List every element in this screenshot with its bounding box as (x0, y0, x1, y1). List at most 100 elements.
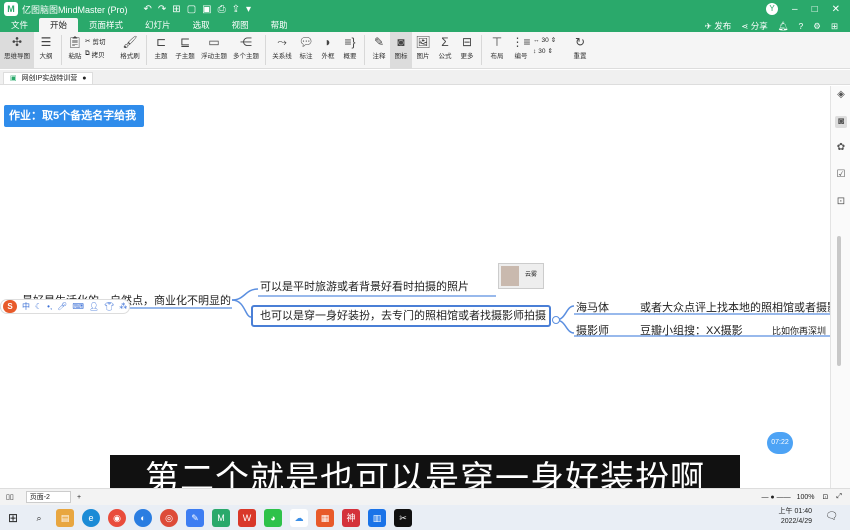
tab-file[interactable]: 文件 (0, 18, 39, 32)
notification-icon[interactable]: 🗨︎ (825, 511, 838, 522)
zoom-level[interactable]: 100% (797, 494, 815, 501)
more-button[interactable]: ⊟ 更多 (456, 32, 478, 69)
bell-icon[interactable]: 🔔︎ (778, 21, 789, 32)
vertical-scrollbar[interactable] (837, 236, 841, 366)
print-icon[interactable]: ⎙ (218, 4, 226, 15)
close-button[interactable]: ✕ (832, 4, 840, 15)
format-painter-button[interactable]: 🖌︎ 格式刷 (117, 32, 143, 69)
horizontal-spacing-stepper[interactable]: ↔ 30 ⇕ (533, 36, 569, 45)
open-icon[interactable]: ▢ (187, 4, 196, 15)
branch-topic-2-selected[interactable]: 也可以是穿一身好装扮，去专门的照相馆或者找摄影师拍摄 (251, 305, 551, 327)
settings-icon[interactable]: ⚙ (813, 21, 821, 32)
reset-button[interactable]: ↻ 重置 (569, 32, 591, 69)
tab-view[interactable]: 视图 (221, 18, 260, 32)
app-icon[interactable]: ◐ (134, 508, 152, 527)
add-page-button[interactable]: + (77, 494, 81, 501)
relation-button[interactable]: ⤳ 关系线 (269, 32, 295, 69)
photo-app-icon[interactable]: ▦ (316, 508, 334, 527)
topic-image[interactable]: 云雾 (498, 263, 544, 289)
outline-panel-icon[interactable]: ⊡ (835, 196, 847, 208)
format-panel-icon[interactable]: ◈ (835, 89, 847, 101)
tab-select[interactable]: 选取 (182, 18, 221, 32)
baidu-netdisk-icon[interactable]: ☁ (290, 508, 308, 527)
help-icon[interactable]: ? (799, 21, 804, 31)
tab-slides[interactable]: 幻灯片 (134, 18, 182, 32)
share-button[interactable]: ⋖ 分享 (741, 20, 768, 32)
feishu-icon[interactable]: ✎ (186, 508, 204, 527)
outline-view-button[interactable]: ☰ 大纲 (34, 32, 58, 69)
chrome-alt-icon[interactable]: ◉ (108, 508, 126, 527)
icon-button[interactable]: ◙ 图标 (390, 32, 412, 69)
file-explorer-icon[interactable]: ▤ (56, 508, 74, 527)
subtopic-1-detail[interactable]: 或者大众点评上找本地的照相馆或者摄影 (640, 299, 830, 315)
zoom-slider[interactable]: — ● —— (761, 494, 790, 501)
icon-library-icon: ◙ (397, 35, 405, 49)
formula-button[interactable]: Σ 公式 (434, 32, 456, 69)
layout-button[interactable]: ⊤ 布局 (485, 32, 509, 69)
avatar[interactable]: Y (766, 3, 778, 15)
chrome-icon[interactable]: ◎ (160, 508, 178, 527)
windows-start-icon[interactable]: ⊞ (4, 509, 22, 527)
publish-button[interactable]: ✈ 发布 (705, 20, 732, 32)
icon-panel-icon[interactable]: ◙ (835, 116, 847, 128)
note-button[interactable]: ✎ 注释 (368, 32, 390, 69)
page-view-icon[interactable]: ▯▯ (6, 493, 14, 501)
copy-button[interactable]: ⧉ 拷贝 (85, 49, 117, 59)
subtopic-2-detail[interactable]: 豆瓣小组搜：XX摄影 (640, 322, 743, 338)
subtopic-2-detail-2[interactable]: 比如你再深圳 (772, 324, 826, 337)
multi-topic-button[interactable]: ⋲ 多个主题 (230, 32, 262, 69)
numbering-button[interactable]: ⋮≡ 编号 (509, 32, 533, 69)
subtopic-1[interactable]: 海马体 (576, 299, 609, 315)
tab-help[interactable]: 帮助 (260, 18, 299, 32)
callout-icon: 💬︎ (298, 35, 314, 49)
document-tab[interactable]: ▣ 网创IP实战特训营 ● (3, 72, 94, 84)
boundary-button[interactable]: ◗ 外框 (317, 32, 339, 69)
image-button[interactable]: 🖼︎ 图片 (412, 32, 434, 69)
subtopic-2[interactable]: 摄影师 (576, 322, 609, 338)
search-icon[interactable]: ⌕ (30, 509, 48, 527)
task-panel-icon[interactable]: ☑ (835, 169, 847, 181)
topic-button[interactable]: ⊏ 主题 (150, 32, 172, 69)
system-clock[interactable]: 上午 01:40 2022/4/29 (779, 507, 812, 527)
mindmap-view-button[interactable]: ✣ 思维导图 (0, 32, 34, 69)
mindmaster-icon[interactable]: M (212, 508, 230, 527)
capcut-icon[interactable]: ✂ (394, 508, 412, 527)
summary-button[interactable]: ≡} 概要 (339, 32, 361, 69)
timer-bubble[interactable]: 07:22 (767, 432, 793, 454)
minimize-button[interactable]: – (792, 4, 798, 15)
mindmap-canvas[interactable]: 作业：取5个备选名字给我 最好是生活化的，自然点，商业化不明显的 可以是平时旅游… (0, 86, 830, 488)
blue-app-icon[interactable]: ▥ (368, 508, 386, 527)
vertical-spacing-stepper[interactable]: ↕ 30 ⇕ (533, 47, 569, 56)
fullscreen-icon[interactable]: ⤢ (836, 493, 842, 501)
reset-label: 重置 (573, 53, 587, 60)
clock-time: 上午 01:40 (778, 508, 812, 515)
skin-icon: 👕︎ (104, 302, 115, 311)
grid-icon[interactable]: ⊞ (831, 21, 838, 32)
clipart-panel-icon[interactable]: ✿ (835, 142, 847, 154)
undo-icon[interactable]: ↶ (144, 4, 152, 15)
homework-topic[interactable]: 作业：取5个备选名字给我 (4, 105, 144, 127)
floating-topic-button[interactable]: ▭ 浮动主题 (198, 32, 230, 69)
maximize-button[interactable]: □ (812, 4, 818, 15)
subtopic-button[interactable]: ⊑ 子主题 (172, 32, 198, 69)
edge-browser-icon[interactable]: e (82, 508, 100, 527)
cut-button[interactable]: ✂ 剪切 (85, 36, 117, 46)
callout-button[interactable]: 💬︎ 标注 (295, 32, 317, 69)
save-icon[interactable]: ▣ (202, 4, 211, 15)
chevron-down-icon[interactable]: ▾ (246, 4, 251, 15)
paste-button[interactable]: 📋︎ 粘贴 (65, 32, 85, 69)
tab-page-style[interactable]: 页面样式 (78, 18, 134, 32)
input-method-toolbar[interactable]: S 中 ☾ •, 🎤︎ ⌨ 👤︎ 👕︎ ⁂ (0, 299, 130, 314)
redo-icon[interactable]: ↷ (158, 4, 166, 15)
shen-app-icon[interactable]: 神 (342, 508, 360, 527)
page-selector[interactable]: 页面-2 (25, 491, 71, 503)
new-icon[interactable]: ⊞ (172, 4, 180, 15)
ribbon-toolbar: ✣ 思维导图 ☰ 大纲 📋︎ 粘贴 ✂ 剪切 ⧉ 拷贝 🖌︎ 格式刷 ⊏ 主题 ⊑ … (0, 32, 850, 69)
branch-topic-1[interactable]: 可以是平时旅游或者背景好看时拍摄的照片 (260, 278, 469, 294)
tab-home[interactable]: 开始 (39, 18, 79, 32)
wps-icon[interactable]: W (238, 508, 256, 527)
export-icon[interactable]: ⇪ (232, 4, 240, 15)
stepper-icon: ⇕ (547, 48, 553, 55)
fit-page-icon[interactable]: ⊡ (823, 493, 829, 501)
wechat-icon[interactable]: ◕ (264, 508, 282, 527)
